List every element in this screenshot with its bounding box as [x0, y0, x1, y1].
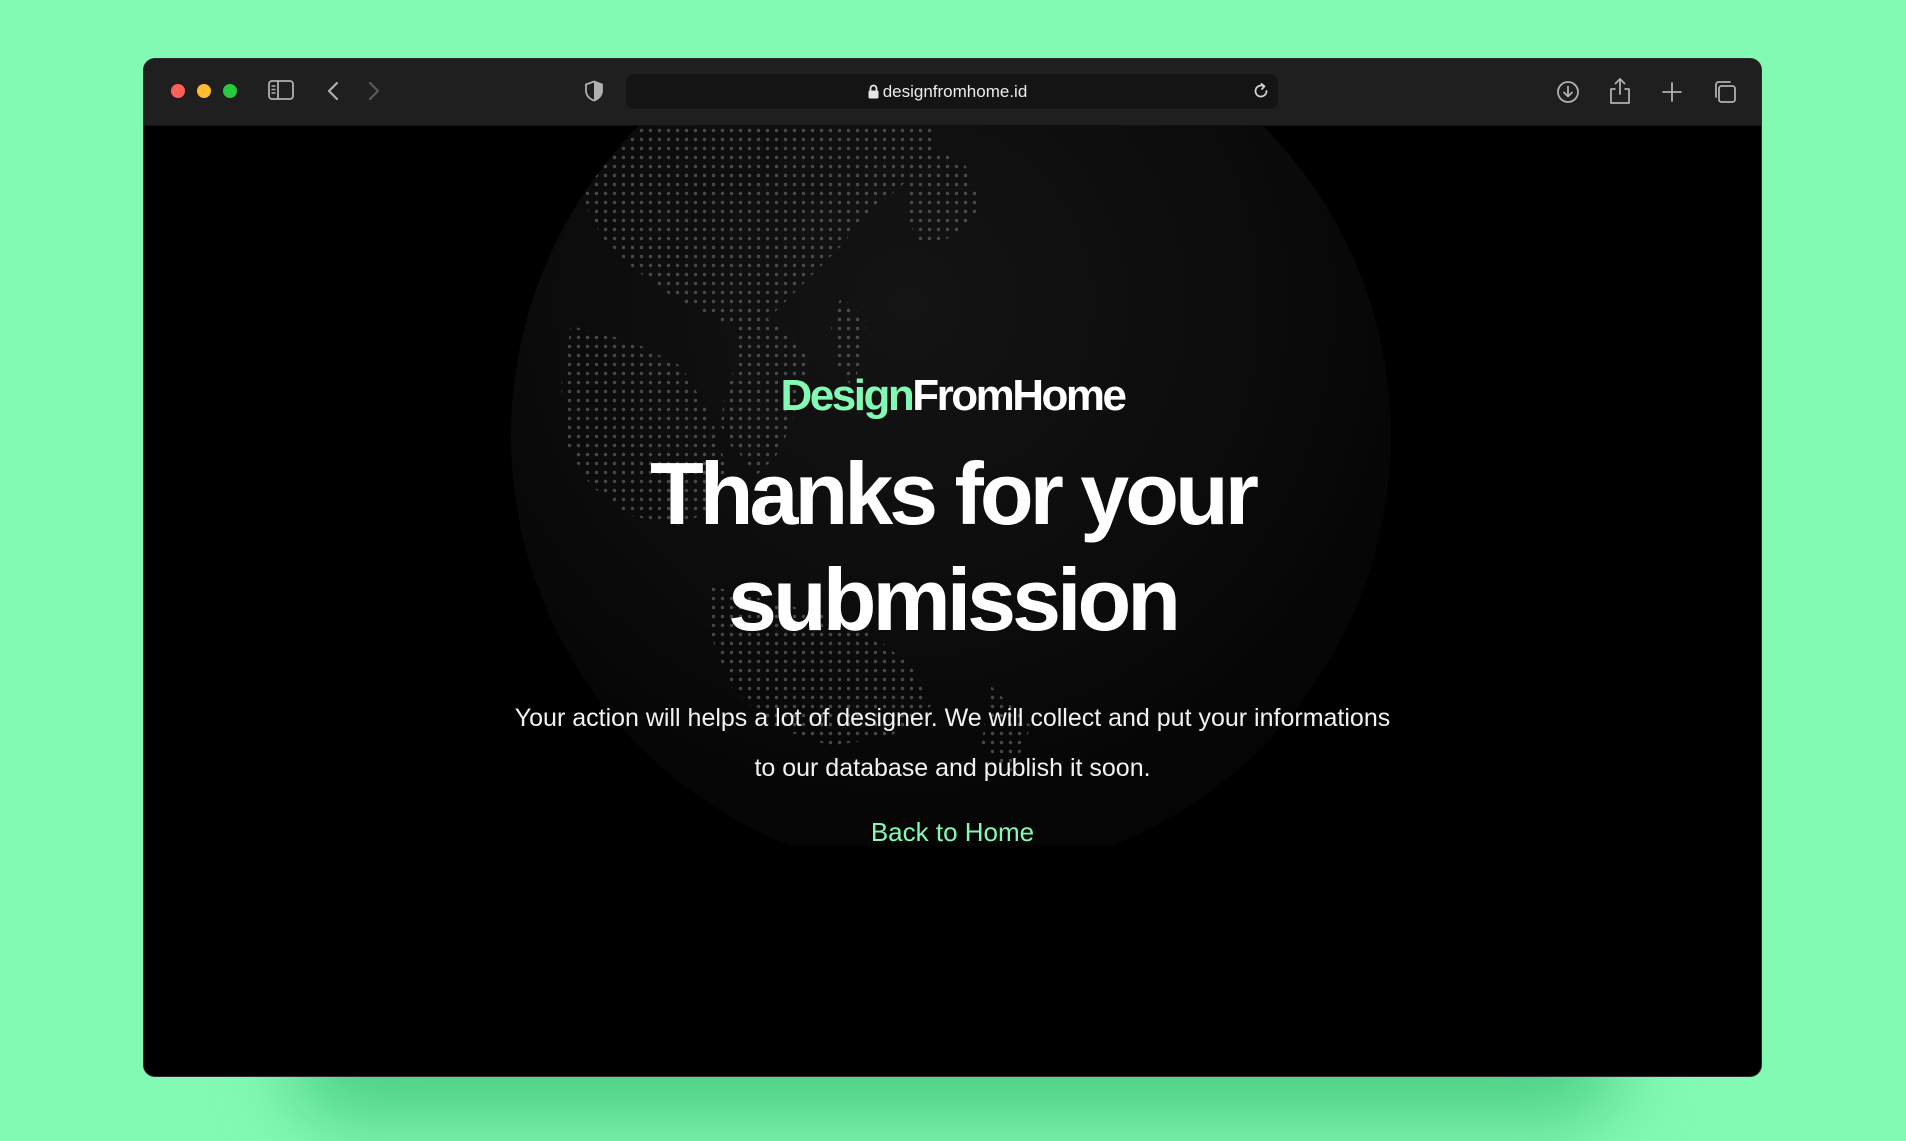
address-bar-url: designfromhome.id	[882, 82, 1028, 101]
minimize-window-button[interactable]	[197, 84, 211, 98]
share-icon[interactable]	[1609, 77, 1631, 105]
page-headline: Thanks for your submission	[144, 441, 1761, 653]
reload-icon[interactable]	[1252, 82, 1270, 104]
close-window-button[interactable]	[171, 84, 185, 98]
forward-arrow-icon[interactable]	[367, 81, 381, 101]
download-icon[interactable]	[1556, 80, 1580, 104]
logo-design-text: Design	[780, 371, 915, 420]
new-tab-plus-icon[interactable]	[1662, 82, 1682, 102]
browser-window: designfromhome.id DesignFromHome Thanks …	[144, 59, 1761, 1076]
message-line-2: to our database and publish it soon.	[754, 754, 1151, 782]
address-bar[interactable]: designfromhome.id	[626, 74, 1278, 109]
headline-line-2: submission	[728, 550, 1181, 649]
tab-overview-icon[interactable]	[1713, 80, 1737, 104]
back-to-home-link[interactable]: Back to Home	[144, 816, 1761, 848]
message-line-1: Your action will helps a lot of designer…	[514, 704, 1391, 732]
back-arrow-icon[interactable]	[326, 81, 340, 101]
privacy-shield-icon[interactable]	[584, 80, 604, 102]
sidebar-toggle-icon[interactable]	[268, 80, 294, 100]
headline-line-1: Thanks for your	[650, 444, 1259, 543]
confirmation-message: Your action will helps a lot of designer…	[473, 693, 1433, 793]
logo-fromhome-text: FromHome	[912, 371, 1127, 420]
site-logo[interactable]: DesignFromHome	[144, 370, 1761, 422]
page-content: DesignFromHome Thanks for your submissio…	[144, 126, 1761, 1076]
zoom-window-button[interactable]	[223, 84, 237, 98]
browser-toolbar: designfromhome.id	[144, 59, 1761, 126]
